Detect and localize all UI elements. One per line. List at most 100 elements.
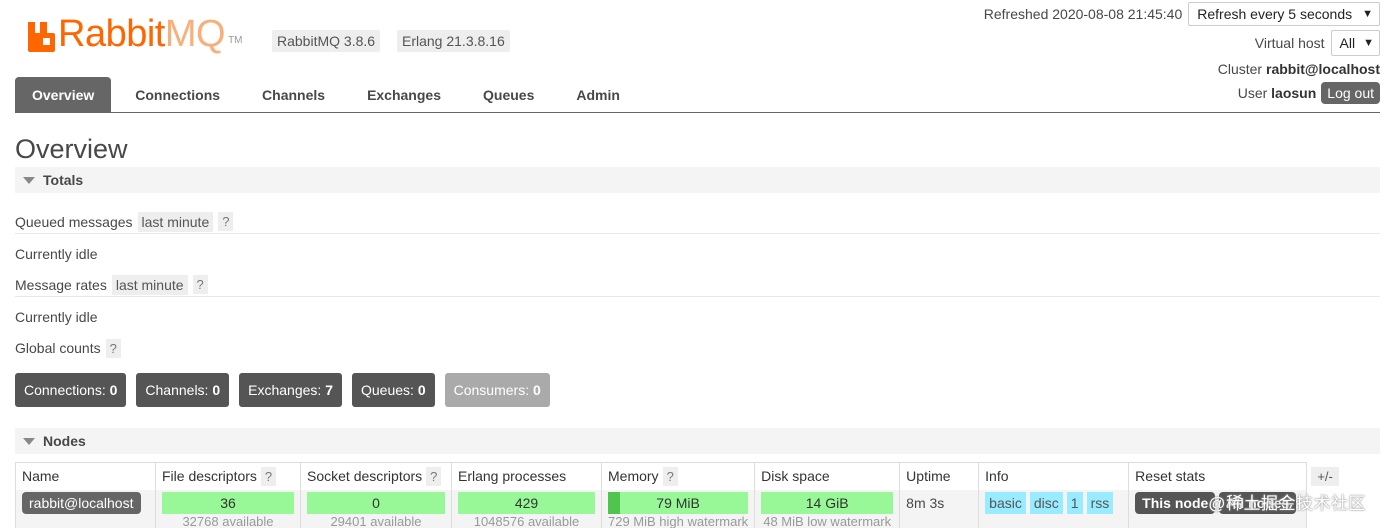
refresh-interval-select[interactable]: Refresh every 5 seconds ▼ — [1188, 2, 1380, 26]
column-header-socket-descriptors: Socket descriptors? — [300, 462, 452, 490]
column-toggle: +/- — [1306, 462, 1346, 490]
uptime-value: 8m 3s — [906, 494, 945, 511]
refreshed-timestamp: Refreshed 2020-08-08 21:45:40 — [983, 6, 1183, 22]
consumers-count-button[interactable]: Consumers: 0 — [444, 373, 550, 407]
count-value: 0 — [212, 382, 221, 398]
count-value: 0 — [417, 382, 426, 398]
tab-queues[interactable]: Queues — [467, 77, 550, 112]
queued-messages-range[interactable]: last minute — [137, 211, 214, 232]
rabbitmq-version-badge: RabbitMQ 3.8.6 — [272, 30, 381, 52]
exchanges-count-button[interactable]: Exchanges: 7 — [239, 373, 342, 407]
virtual-host-label: Virtual host — [1254, 35, 1325, 51]
disk-space-watermark: 48 MiB low watermark — [763, 513, 892, 528]
logo-trademark: TM — [228, 35, 243, 46]
count-value: 7 — [325, 382, 333, 398]
erlang-processes-cell: 429 1048576 available — [451, 489, 602, 528]
socket-descriptors-cell: 0 29401 available — [300, 489, 452, 528]
page-title: Overview — [15, 134, 128, 164]
file-descriptors-bar: 36 — [162, 491, 294, 514]
refresh-interval-value: Refresh every 5 seconds — [1197, 6, 1353, 22]
count-label: Queues: — [361, 382, 414, 398]
queued-messages-row: Queued messages last minute ? — [15, 210, 1380, 234]
column-header-disk-space: Disk space — [754, 462, 901, 490]
dropdown-arrow-icon: ▼ — [1363, 37, 1374, 49]
memory-cell: 79 MiB 729 MiB high watermark — [600, 489, 756, 528]
tab-connections[interactable]: Connections — [119, 77, 236, 112]
nodes-table: Name File descriptors? Socket descriptor… — [15, 462, 1346, 528]
virtual-host-select[interactable]: All ▼ — [1330, 30, 1380, 56]
file-descriptors-cell: 36 32768 available — [155, 489, 301, 528]
column-header-uptime: Uptime — [899, 462, 980, 490]
column-header-erlang-processes: Erlang processes — [451, 462, 602, 490]
info-tag: basic — [985, 491, 1026, 514]
count-value: 0 — [109, 382, 118, 398]
table-row: rabbit@localhost 36 32768 available 0 29… — [15, 489, 1346, 528]
count-label: Exchanges: — [248, 382, 322, 398]
memory-watermark: 729 MiB high watermark — [608, 513, 749, 528]
help-button[interactable]: ? — [662, 467, 678, 487]
virtual-host-value: All — [1339, 35, 1356, 51]
count-label: Consumers: — [453, 382, 530, 398]
global-counts-label: Global counts — [15, 340, 101, 356]
message-rates-range[interactable]: last minute — [111, 274, 188, 295]
rabbit-logo-icon — [26, 20, 56, 52]
column-header-info: Info — [978, 462, 1130, 490]
watermark-text: @稀土掘金技术社区 — [1208, 494, 1366, 513]
cluster-name: rabbit@localhost — [1266, 61, 1380, 77]
global-counts-row: Global counts ? — [15, 336, 1380, 360]
dropdown-arrow-icon: ▼ — [1362, 8, 1373, 20]
nodes-section-toggle[interactable]: Nodes — [15, 428, 1380, 454]
memory-bar: 79 MiB — [608, 491, 749, 514]
erlang-processes-available: 1048576 available — [473, 513, 580, 528]
tab-admin[interactable]: Admin — [560, 77, 636, 112]
node-name-link[interactable]: rabbit@localhost — [22, 491, 141, 514]
channels-count-button[interactable]: Channels: 0 — [136, 373, 230, 407]
file-descriptors-available: 32768 available — [182, 513, 274, 528]
help-button[interactable]: ? — [260, 467, 277, 487]
column-header-reset-stats: Reset stats — [1128, 462, 1308, 490]
global-counts: Connections: 0 Channels: 0 Exchanges: 7 … — [15, 373, 560, 407]
message-rates-label: Message rates — [15, 276, 107, 293]
cluster-label: Cluster — [1217, 61, 1263, 77]
info-tag: rss — [1086, 491, 1114, 514]
count-value: 0 — [532, 382, 541, 398]
help-button[interactable]: ? — [105, 338, 121, 358]
reset-this-node-button[interactable]: This node — [1135, 491, 1216, 514]
disk-space-cell: 14 GiB 48 MiB low watermark — [754, 489, 901, 528]
column-header-memory: Memory? — [600, 462, 756, 490]
collapse-triangle-icon — [23, 176, 35, 184]
column-header-file-descriptors: File descriptors? — [155, 462, 301, 490]
socket-descriptors-bar: 0 — [307, 491, 445, 514]
queues-count-button[interactable]: Queues: 0 — [352, 373, 435, 407]
rabbitmq-logo: RabbitMQ TM — [26, 12, 243, 55]
help-button[interactable]: ? — [218, 212, 234, 231]
main-nav-tabs: Overview Connections Channels Exchanges … — [15, 77, 1380, 113]
message-rates-idle: Currently idle — [15, 309, 98, 325]
socket-descriptors-available: 29401 available — [330, 513, 422, 528]
erlang-version-badge: Erlang 21.3.8.16 — [397, 30, 510, 52]
tab-exchanges[interactable]: Exchanges — [351, 77, 457, 112]
table-header-row: Name File descriptors? Socket descriptor… — [15, 462, 1346, 490]
tab-channels[interactable]: Channels — [246, 77, 341, 112]
tab-overview[interactable]: Overview — [15, 77, 112, 112]
columns-toggle-button[interactable]: +/- — [1311, 467, 1339, 486]
totals-section-toggle[interactable]: Totals — [15, 167, 1380, 193]
disk-space-bar: 14 GiB — [761, 491, 894, 514]
column-header-name: Name — [15, 462, 156, 490]
info-tag: 1 — [1066, 491, 1083, 514]
queued-messages-label: Queued messages — [15, 213, 133, 230]
uptime-cell: 8m 3s — [899, 489, 980, 528]
info-cell: basic disc 1 rss — [978, 489, 1130, 528]
help-button[interactable]: ? — [192, 275, 208, 294]
help-button[interactable]: ? — [426, 467, 442, 487]
node-name-cell: rabbit@localhost — [15, 489, 156, 528]
queued-messages-idle: Currently idle — [15, 246, 98, 262]
count-label: Channels: — [145, 382, 209, 398]
count-label: Connections: — [24, 382, 106, 398]
totals-header: Totals — [43, 172, 84, 188]
logo-mq-text: MQ — [164, 13, 226, 55]
logo-rabbit-text: Rabbit — [58, 13, 165, 55]
erlang-processes-bar: 429 — [458, 491, 595, 514]
message-rates-row: Message rates last minute ? — [15, 273, 1380, 297]
connections-count-button[interactable]: Connections: 0 — [15, 373, 127, 407]
